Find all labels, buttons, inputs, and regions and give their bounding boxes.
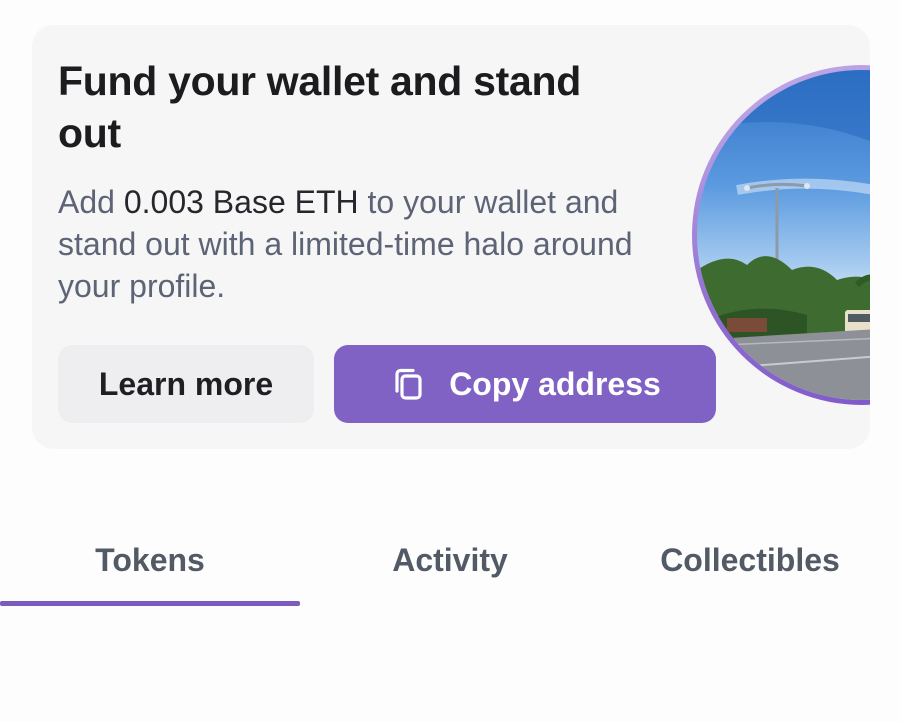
learn-more-button[interactable]: Learn more [58,345,314,423]
profile-photo [697,70,870,400]
copy-address-label: Copy address [449,365,661,402]
tab-tokens[interactable]: Tokens [0,520,300,606]
tab-collectibles-label: Collectibles [660,542,840,578]
fund-wallet-promo-card: Fund your wallet and stand out Add 0.003… [32,25,870,449]
active-tab-indicator [0,601,300,606]
tab-bar: Tokens Activity Collectibles [0,520,900,606]
profile-halo-avatar [692,65,870,405]
learn-more-label: Learn more [98,365,274,402]
copy-address-button[interactable]: Copy address [334,345,716,423]
tab-activity[interactable]: Activity [300,520,600,606]
page: Fund your wallet and stand out Add 0.003… [0,0,900,722]
promo-title: Fund your wallet and stand out [58,58,581,156]
promo-amount: 0.003 Base ETH [123,184,359,220]
tab-collectibles[interactable]: Collectibles [600,520,900,606]
tab-tokens-label: Tokens [95,542,205,578]
tab-activity-label: Activity [392,542,508,578]
promo-description-prefix: Add [58,184,124,220]
copy-icon [389,365,427,403]
promo-description: Add 0.003 Base ETH to your wallet and st… [58,181,668,307]
